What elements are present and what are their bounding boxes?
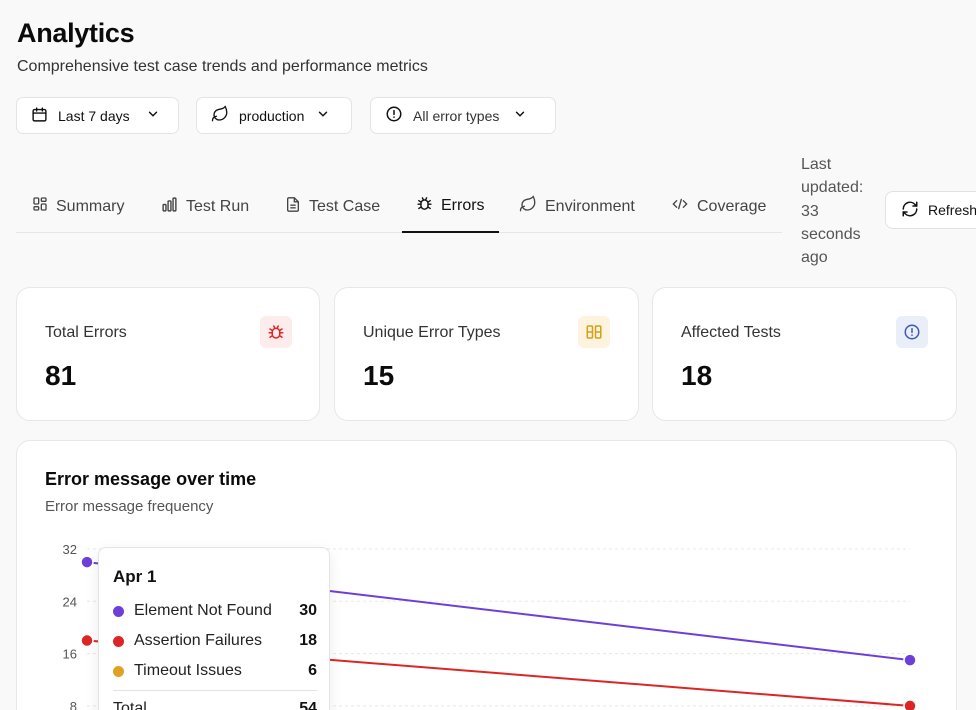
tab-environment[interactable]: Environment (505, 190, 649, 233)
tooltip-divider (113, 690, 317, 691)
calendar-icon (31, 106, 48, 126)
tooltip-series-value: 18 (299, 632, 317, 649)
chart-tooltip: Apr 1 Element Not Found 30 Assertion Fai… (98, 547, 330, 710)
date-range-dropdown[interactable]: Last 7 days (16, 97, 179, 134)
chevron-down-icon (513, 107, 527, 124)
refresh-icon (901, 200, 919, 221)
tooltip-series-value: 30 (299, 602, 317, 619)
columns-icon (578, 316, 610, 348)
refresh-label: Refresh (928, 202, 976, 218)
tab-label: Errors (441, 196, 485, 214)
data-point (903, 699, 917, 710)
tooltip-series-name: Element Not Found (134, 602, 272, 619)
tooltip-date: Apr 1 (113, 567, 157, 586)
document-icon (285, 196, 301, 218)
card-title: Unique Error Types (363, 324, 501, 341)
y-tick-label: 8 (70, 699, 77, 710)
error-type-label: All error types (413, 107, 500, 124)
data-point (80, 633, 94, 648)
leaf-icon (211, 105, 229, 126)
card-title: Total Errors (45, 324, 127, 341)
tab-summary[interactable]: Summary (18, 190, 138, 233)
leaf-icon (519, 195, 537, 218)
environment-label: production (239, 107, 305, 124)
tooltip-row-timeout-issues: Timeout Issues 6 (113, 661, 317, 681)
tooltip-row-element-not-found: Element Not Found 30 (113, 601, 317, 621)
total-errors-card: Total Errors 81 (16, 287, 320, 421)
error-type-dropdown[interactable]: All error types (370, 97, 556, 134)
last-updated-text: Last updated: 33 seconds ago (801, 156, 864, 267)
analytics-tabs: Summary Test Run Test Case Errors Enviro… (16, 190, 782, 233)
refresh-button[interactable]: Refresh (885, 191, 976, 229)
y-tick-label: 16 (63, 647, 77, 662)
tab-label: Test Run (186, 197, 250, 215)
environment-dropdown[interactable]: production (196, 97, 352, 134)
tooltip-series-name: Timeout Issues (134, 662, 242, 679)
card-title: Affected Tests (681, 324, 781, 341)
tooltip-series-name: Assertion Failures (134, 632, 263, 649)
chevron-down-icon (316, 107, 330, 124)
date-range-label: Last 7 days (58, 107, 130, 124)
summary-icon (32, 196, 48, 217)
series-color-dot (113, 665, 124, 677)
bar-chart-icon (161, 196, 178, 218)
series-color-dot (113, 635, 124, 647)
card-value: 15 (363, 360, 395, 391)
bug-icon (416, 195, 433, 217)
tooltip-total-row: Total 54 (113, 700, 317, 710)
tooltip-total-value: 54 (299, 700, 317, 710)
chevron-down-icon (146, 107, 160, 124)
tooltip-row-assertion-failures: Assertion Failures 18 (113, 631, 317, 651)
tab-errors[interactable]: Errors (402, 190, 499, 233)
alert-circle-icon (896, 316, 928, 348)
alert-circle-icon (385, 105, 403, 126)
tooltip-total-label: Total (113, 700, 147, 710)
data-point (80, 555, 94, 569)
data-point (903, 653, 917, 667)
card-value: 81 (45, 360, 77, 391)
tab-coverage[interactable]: Coverage (657, 190, 780, 233)
bug-icon (260, 316, 292, 348)
affected-tests-card: Affected Tests 18 (652, 287, 957, 421)
card-value: 18 (681, 360, 713, 391)
tooltip-series-value: 6 (308, 662, 317, 679)
code-icon (671, 196, 689, 217)
y-tick-label: 32 (63, 542, 77, 557)
tab-label: Coverage (697, 197, 767, 215)
y-tick-label: 24 (63, 594, 77, 609)
tab-test-case[interactable]: Test Case (271, 190, 394, 233)
tab-label: Test Case (309, 197, 381, 215)
tab-test-run[interactable]: Test Run (147, 190, 263, 233)
tab-label: Summary (56, 197, 125, 215)
unique-error-types-card: Unique Error Types 15 (334, 287, 639, 421)
tab-label: Environment (545, 197, 635, 215)
page-subtitle: Comprehensive test case trends and perfo… (17, 58, 428, 75)
series-color-dot (113, 605, 124, 617)
page-title: Analytics (17, 18, 135, 48)
